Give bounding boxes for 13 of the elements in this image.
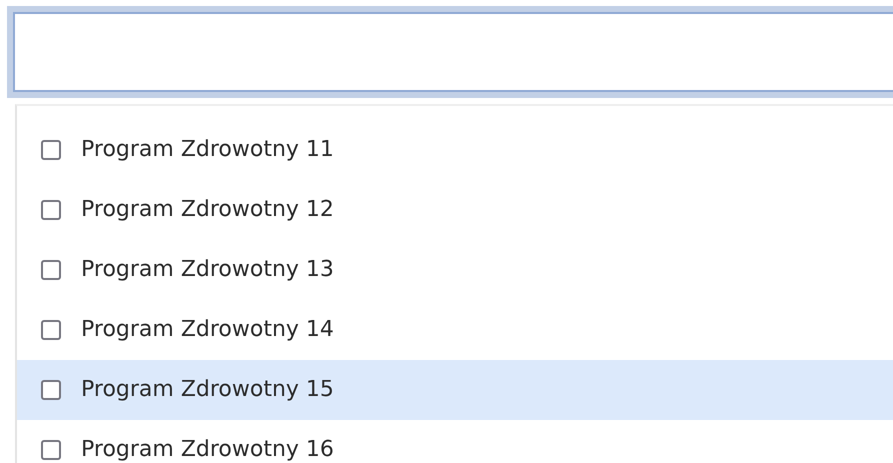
checkbox[interactable]	[41, 440, 61, 460]
dropdown-option[interactable]: Program Zdrowotny 15	[17, 360, 893, 420]
checkbox[interactable]	[41, 380, 61, 400]
option-label: Program Zdrowotny 14	[81, 317, 334, 343]
option-label: Program Zdrowotny 12	[81, 197, 334, 223]
checkbox[interactable]	[41, 260, 61, 280]
option-label: Program Zdrowotny 11	[81, 137, 334, 163]
checkbox[interactable]	[41, 320, 61, 340]
option-label: Program Zdrowotny 15	[81, 377, 334, 403]
checkbox[interactable]	[41, 200, 61, 220]
option-label: Program Zdrowotny 13	[81, 257, 334, 283]
checkbox[interactable]	[41, 140, 61, 160]
option-label: Program Zdrowotny 16	[81, 437, 334, 463]
